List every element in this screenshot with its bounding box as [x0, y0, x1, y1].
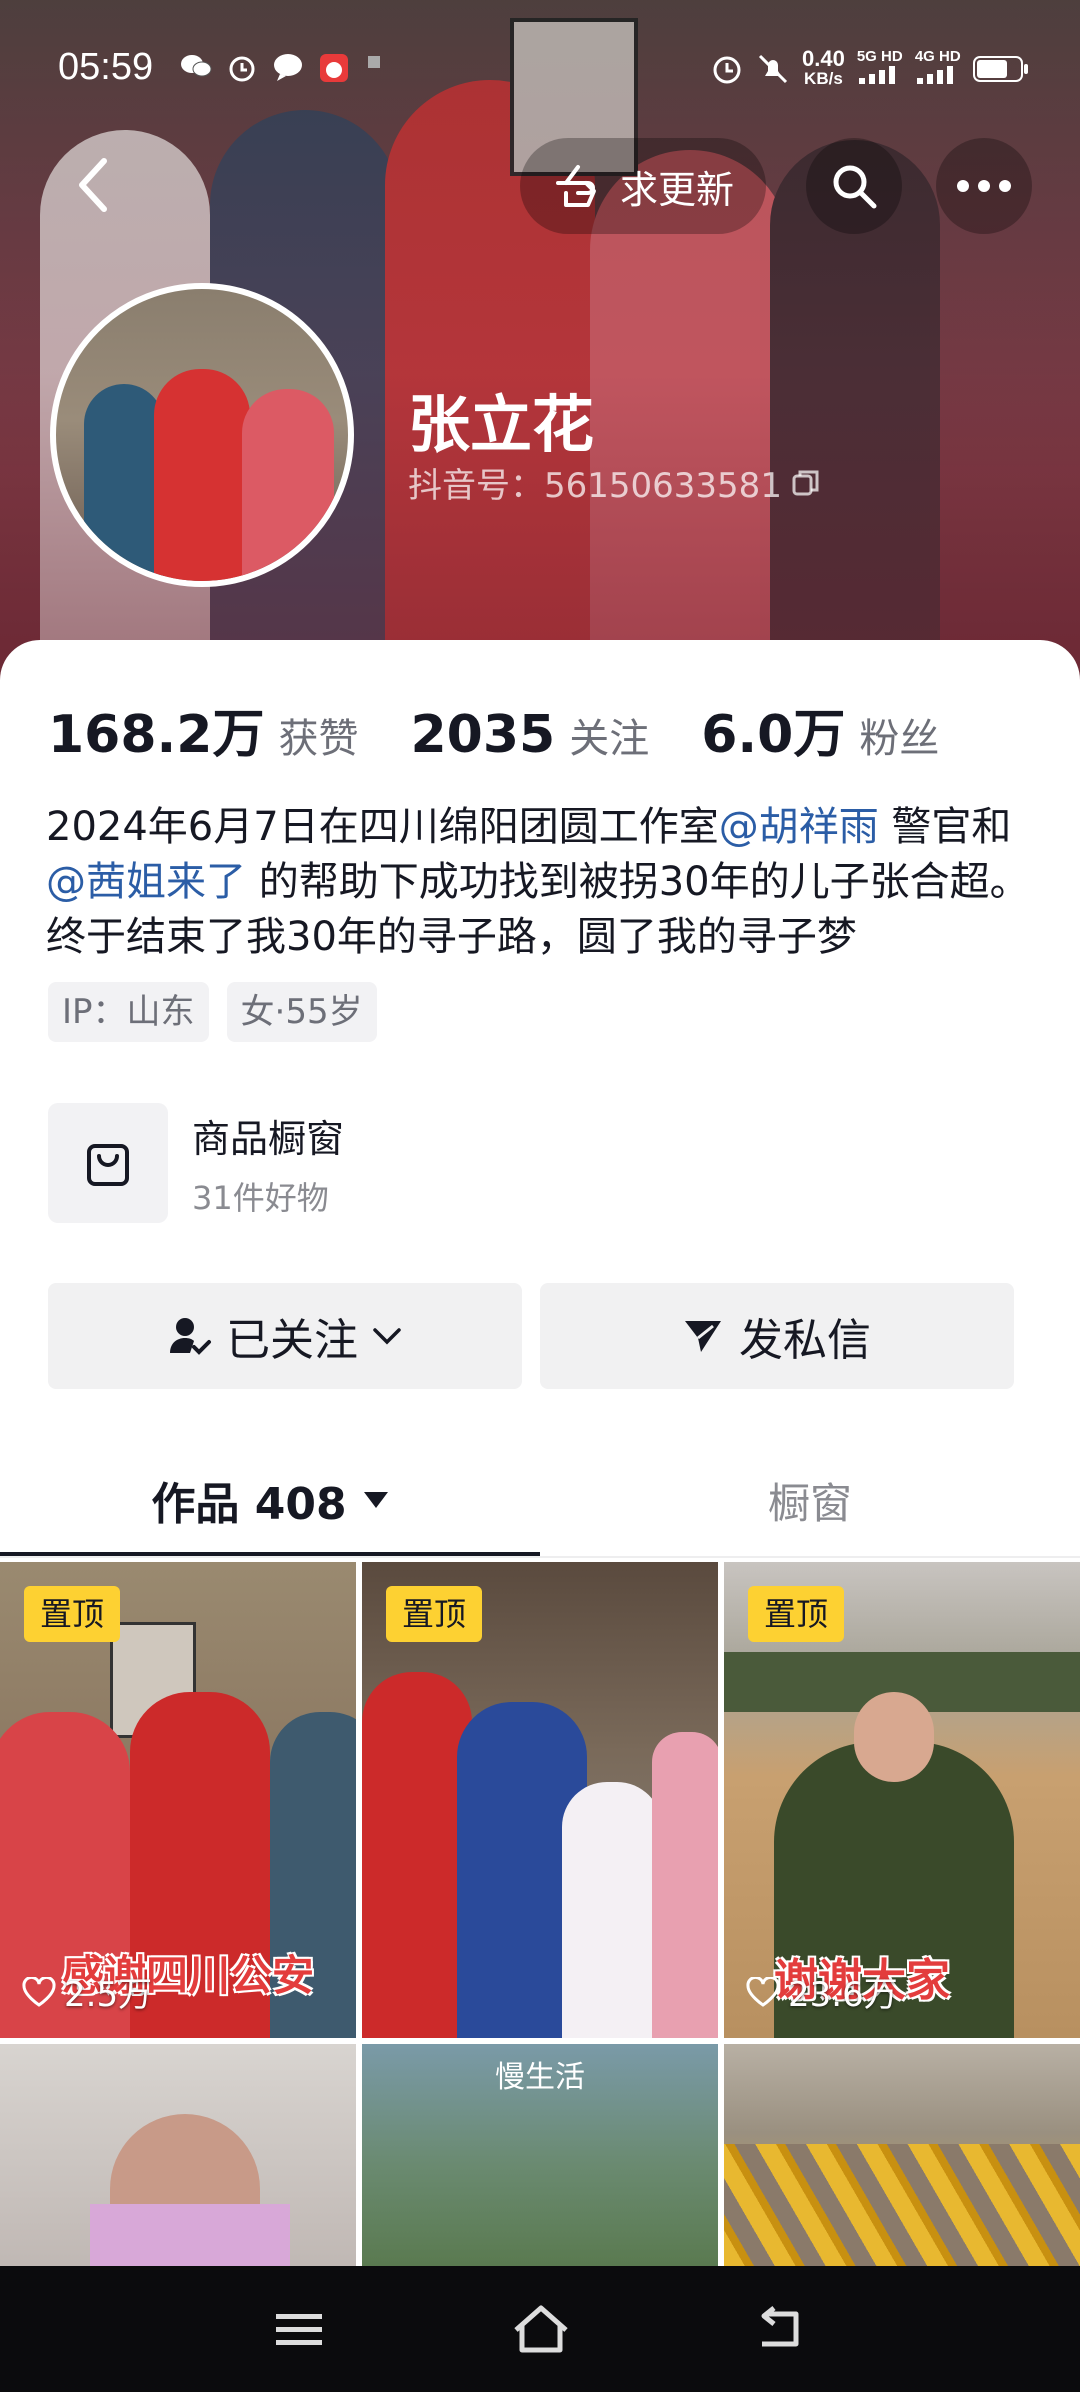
- avatar[interactable]: [50, 283, 354, 587]
- copy-icon[interactable]: [790, 467, 822, 499]
- signal-icon: [858, 66, 895, 84]
- status-system-icons: 0.40 KB/s 5G HD 4G HD: [710, 45, 1029, 89]
- shop-subtitle: 31件好物: [192, 1178, 329, 1217]
- shop-title: 商品橱窗: [192, 1116, 345, 1161]
- pinned-badge: 置顶: [24, 1586, 120, 1642]
- likes-stat: 168.2万 获赞: [48, 705, 359, 765]
- video-tile[interactable]: 置顶 感谢四川公安 2.5万: [0, 1562, 356, 2038]
- status-time: 05:59: [58, 46, 154, 88]
- ip-tag: IP：山东: [48, 982, 209, 1042]
- video-tile[interactable]: [724, 2044, 1080, 2266]
- douyin-id-row[interactable]: 抖音号：56150633581: [408, 458, 822, 507]
- video-tile[interactable]: [0, 2044, 356, 2266]
- video-tile[interactable]: 置顶 谢谢大家 23.6万: [724, 1562, 1080, 2038]
- heart-icon: [746, 1976, 780, 2007]
- more-dots-icon: [957, 180, 1011, 192]
- battery-icon: [972, 55, 1028, 82]
- tab-divider: [0, 1556, 1080, 1558]
- home-icon[interactable]: [512, 2304, 570, 2354]
- video-tile[interactable]: 慢生活: [362, 2044, 718, 2266]
- profile-tags: IP：山东 女·55岁: [48, 982, 377, 1042]
- video-tile[interactable]: 置顶: [362, 1562, 718, 2038]
- tab-window[interactable]: 橱窗: [540, 1460, 1080, 1540]
- stats-row: 168.2万 获赞 2035 关注 6.0万 粉丝: [48, 692, 939, 767]
- like-count: 2.5万: [22, 1967, 152, 2016]
- shopping-bag-icon: [87, 1144, 129, 1186]
- profile-name: 张立花: [408, 388, 595, 461]
- mention-link[interactable]: @茜姐来了: [46, 859, 246, 905]
- signal-icon: [916, 66, 953, 84]
- sim1-signal: 5G HD: [857, 48, 903, 89]
- mute-icon: [758, 54, 788, 83]
- status-notification-icons: [180, 52, 384, 84]
- dot-icon: [368, 56, 380, 68]
- tab-works[interactable]: 作品 408: [0, 1460, 540, 1540]
- fans-stat[interactable]: 6.0万 粉丝: [701, 692, 939, 767]
- menu-icon[interactable]: [274, 2310, 324, 2350]
- send-icon: [685, 1321, 721, 1352]
- system-nav-bar: [0, 2266, 1080, 2392]
- shop-window-entry[interactable]: 商品橱窗 31件好物: [48, 1102, 648, 1224]
- chevron-left-icon: [79, 158, 107, 212]
- caret-down-icon: [363, 1492, 388, 1508]
- user-check-icon: [170, 1318, 211, 1355]
- network-speed: 0.40 KB/s: [802, 45, 845, 88]
- mention-link[interactable]: @胡祥雨: [719, 804, 879, 850]
- gender-age-tag: 女·55岁: [226, 982, 377, 1042]
- search-button[interactable]: [806, 138, 902, 234]
- send-message-button[interactable]: 发私信: [540, 1283, 1014, 1389]
- wechat-icon: [181, 55, 212, 77]
- pointing-hand-icon: [555, 165, 596, 207]
- heart-icon: [22, 1976, 56, 2007]
- alarm-icon: [229, 56, 255, 82]
- bio-text: 2024年6月7日在四川绵阳团圆工作室@胡祥雨 警官和@茜姐来了 的帮助下成功找…: [46, 804, 1030, 960]
- back-button[interactable]: [62, 150, 122, 220]
- alarm-icon: [713, 56, 741, 83]
- followed-button[interactable]: 已关注: [48, 1283, 522, 1389]
- douyin-id: 抖音号：56150633581: [408, 466, 782, 506]
- pinned-badge: 置顶: [386, 1586, 482, 1642]
- pinned-badge: 置顶: [748, 1586, 844, 1642]
- back-nav-icon[interactable]: [754, 2306, 804, 2352]
- app-badge-icon: [320, 54, 348, 82]
- message-icon: [274, 54, 302, 81]
- video-caption: 慢生活: [495, 2060, 585, 2095]
- like-count: 23.6万: [746, 1967, 898, 2016]
- search-icon: [833, 165, 877, 209]
- request-update-button[interactable]: 求更新: [520, 138, 766, 234]
- chevron-down-icon: [373, 1328, 401, 1345]
- sim2-signal: 4G HD: [915, 48, 961, 89]
- more-button[interactable]: [936, 138, 1032, 234]
- shop-icon-box: [48, 1103, 168, 1223]
- following-stat[interactable]: 2035 关注: [410, 705, 649, 765]
